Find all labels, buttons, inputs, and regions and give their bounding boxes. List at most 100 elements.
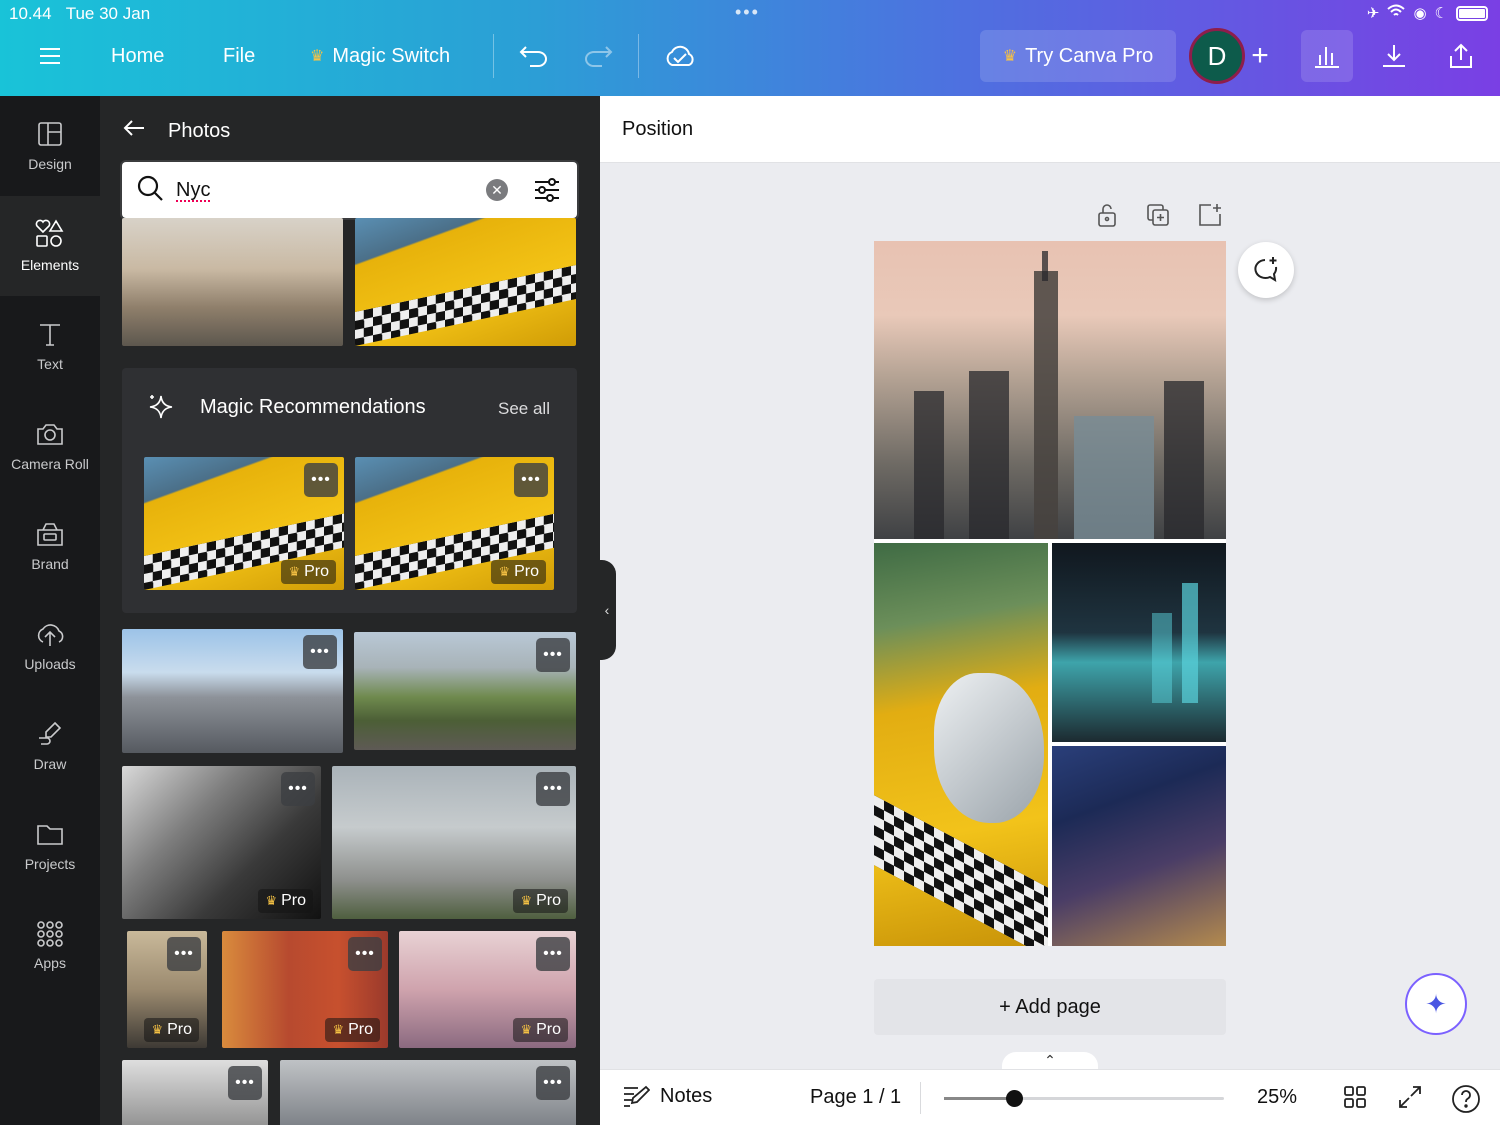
photo-aerial-night[interactable]: [1052, 746, 1226, 946]
more-options-button[interactable]: •••: [348, 937, 382, 971]
photo-thumbnail[interactable]: [122, 218, 343, 346]
rail-item-label: Projects: [25, 856, 76, 872]
more-options-button[interactable]: •••: [536, 772, 570, 806]
rail-item-camera-roll[interactable]: Camera Roll: [0, 396, 100, 496]
magic-recommendations-title: Magic Recommendations: [200, 396, 426, 419]
photo-thumbnail[interactable]: ••• ♛Pro: [127, 931, 207, 1048]
share-icon[interactable]: [1447, 36, 1475, 76]
rail-item-label: Draw: [34, 756, 67, 772]
cloud-saved-icon[interactable]: [663, 36, 697, 76]
search-field[interactable]: Nyc ✕: [122, 162, 577, 218]
help-icon[interactable]: [1451, 1084, 1481, 1119]
multitask-dots-icon[interactable]: •••: [735, 2, 760, 23]
draw-icon: [35, 720, 65, 748]
magic-assistant-icon[interactable]: ✦: [1405, 973, 1467, 1035]
rail-item-draw[interactable]: Draw: [0, 696, 100, 796]
sparkle-icon: [146, 392, 176, 427]
clear-search-icon[interactable]: ✕: [486, 179, 508, 201]
rail-item-text[interactable]: Text: [0, 296, 100, 396]
more-options-button[interactable]: •••: [303, 635, 337, 669]
add-page-icon[interactable]: [1197, 202, 1223, 233]
back-arrow-icon[interactable]: [122, 118, 146, 144]
photo-taxi[interactable]: [874, 543, 1048, 946]
more-options-button[interactable]: •••: [228, 1066, 262, 1100]
top-toolbar: 10.44 Tue 30 Jan ••• ✈ ◉ ☾ Home File ♛ M…: [0, 0, 1500, 96]
notes-label: Notes: [660, 1085, 712, 1108]
collapse-panel-button[interactable]: ‹: [598, 560, 616, 660]
see-all-link[interactable]: See all: [498, 399, 550, 419]
photo-thumbnail[interactable]: •••: [280, 1060, 576, 1125]
footer-divider: [920, 1082, 921, 1114]
photo-thumbnail[interactable]: •••: [122, 1060, 268, 1125]
fullscreen-icon[interactable]: [1397, 1084, 1423, 1115]
more-options-button[interactable]: •••: [536, 638, 570, 672]
more-options-button[interactable]: •••: [167, 937, 201, 971]
toolbar-divider: [493, 34, 494, 78]
more-options-button[interactable]: •••: [536, 1066, 570, 1100]
grid-view-icon[interactable]: [1342, 1084, 1368, 1115]
airplane-icon: ✈: [1367, 4, 1380, 22]
photo-thumbnail[interactable]: ••• ♛Pro: [144, 457, 344, 590]
moon-icon: ☾: [1435, 4, 1448, 22]
more-options-button[interactable]: •••: [536, 937, 570, 971]
expand-pages-icon[interactable]: ⌃: [1002, 1052, 1098, 1070]
lock-icon[interactable]: [1095, 202, 1119, 233]
rail-item-uploads[interactable]: Uploads: [0, 596, 100, 696]
download-icon[interactable]: [1380, 36, 1408, 76]
filter-sliders-icon[interactable]: [532, 175, 562, 210]
undo-icon[interactable]: [518, 36, 550, 76]
photo-thumbnail[interactable]: ••• ♛Pro: [122, 766, 321, 919]
photo-thumbnail[interactable]: •••: [354, 632, 576, 750]
photo-thumbnail[interactable]: ••• ♛Pro: [355, 457, 554, 590]
zoom-slider-handle[interactable]: [1006, 1090, 1023, 1107]
rail-item-brand[interactable]: Brand: [0, 496, 100, 596]
rail-item-apps[interactable]: Apps: [0, 896, 100, 996]
home-button[interactable]: Home: [111, 36, 164, 76]
magic-switch-label: Magic Switch: [332, 45, 450, 68]
add-collaborator-button[interactable]: +: [1240, 36, 1280, 76]
photo-night-skyline[interactable]: [1052, 543, 1226, 742]
apps-grid-icon: [37, 921, 63, 947]
search-input[interactable]: Nyc: [176, 179, 210, 202]
zoom-slider[interactable]: [944, 1097, 1224, 1100]
insights-chart-icon[interactable]: [1301, 30, 1353, 82]
pro-badge: ♛Pro: [281, 560, 336, 584]
rail-item-elements[interactable]: Elements: [0, 196, 100, 296]
file-menu-button[interactable]: File: [223, 36, 255, 76]
magic-switch-button[interactable]: ♛ Magic Switch: [310, 36, 450, 76]
location-icon: ◉: [1413, 4, 1426, 22]
cloud-upload-icon: [34, 620, 66, 648]
photo-thumbnail[interactable]: ••• ♛Pro: [222, 931, 388, 1048]
rail-item-design[interactable]: Design: [0, 96, 100, 196]
position-button[interactable]: Position: [622, 118, 693, 141]
side-rail: Design Elements Text Camera Roll Brand U…: [0, 96, 100, 1125]
bottom-bar: Notes Page 1 / 1 25%: [600, 1069, 1500, 1125]
redo-icon[interactable]: [582, 36, 614, 76]
zoom-level[interactable]: 25%: [1257, 1086, 1297, 1109]
add-comment-icon[interactable]: [1238, 242, 1294, 298]
photo-thumbnail[interactable]: ••• ♛Pro: [332, 766, 576, 919]
crown-icon: ♛: [310, 46, 324, 66]
page-indicator[interactable]: Page 1 / 1: [810, 1086, 901, 1109]
photo-empire-state[interactable]: [874, 241, 1226, 539]
more-options-button[interactable]: •••: [281, 772, 315, 806]
notes-button[interactable]: Notes: [622, 1084, 712, 1108]
menu-icon[interactable]: [38, 36, 62, 76]
design-page[interactable]: [874, 241, 1226, 946]
add-page-button[interactable]: + Add page: [874, 979, 1226, 1035]
zoom-slider-fill: [944, 1097, 1014, 1100]
try-pro-label: Try Canva Pro: [1025, 45, 1153, 68]
more-options-button[interactable]: •••: [514, 463, 548, 497]
try-canva-pro-button[interactable]: ♛ Try Canva Pro: [980, 30, 1176, 82]
photo-thumbnail[interactable]: •••: [122, 629, 343, 753]
photo-thumbnail[interactable]: ••• ♛Pro: [399, 931, 576, 1048]
page-tools: [1095, 202, 1223, 233]
avatar[interactable]: D: [1189, 28, 1245, 84]
more-options-button[interactable]: •••: [304, 463, 338, 497]
rail-item-projects[interactable]: Projects: [0, 796, 100, 896]
photo-thumbnail[interactable]: [355, 218, 576, 346]
wifi-icon: [1387, 4, 1405, 22]
rail-item-label: Brand: [31, 556, 68, 572]
duplicate-page-icon[interactable]: [1145, 202, 1171, 233]
pro-badge: ♛Pro: [258, 889, 313, 913]
